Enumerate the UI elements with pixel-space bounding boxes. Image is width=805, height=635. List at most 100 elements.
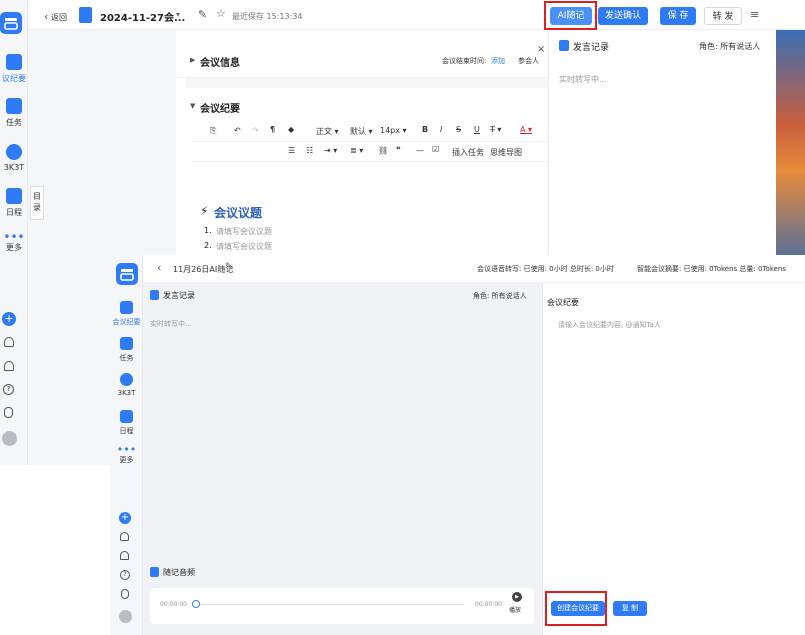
bell-icon[interactable] — [4, 361, 14, 371]
notes-icon — [120, 301, 133, 314]
back-chevron-icon[interactable]: ‹ — [157, 261, 161, 274]
topic-item-number: 2. — [204, 241, 212, 250]
rail-label: 日程 — [119, 427, 134, 435]
front-rail-3k3t[interactable]: 3K3T — [110, 373, 143, 397]
font-color-icon[interactable]: A ▾ — [520, 125, 532, 134]
minutes-input[interactable]: 请输入会议纪要内容, @通知Ta人 — [558, 320, 661, 330]
front-topbar: ‹ 11月26日AI随记 ✎ 会议语音转写: 已使用: 0小时 总时长: 0小时… — [143, 255, 805, 283]
quote-icon[interactable]: ❝ — [396, 145, 401, 154]
title-dropdown-icon[interactable]: ▾ — [176, 10, 180, 19]
minutes-section[interactable]: ▼ 会议纪要 — [176, 92, 550, 120]
format-icon[interactable]: ⎘ — [210, 126, 216, 136]
speaker-role-filter[interactable]: 角色: 所有说话人 — [699, 41, 760, 52]
bell-icon[interactable] — [120, 551, 129, 560]
headset-icon[interactable] — [120, 532, 129, 541]
front-rail-meeting-notes[interactable]: 会议纪要 — [110, 301, 143, 327]
help-icon[interactable]: ? — [3, 384, 14, 395]
numbered-list-icon[interactable]: ☷ — [306, 146, 313, 155]
front-rail-more[interactable]: ••• 更多 — [110, 443, 143, 465]
highlight-box — [544, 1, 597, 30]
divider-icon[interactable]: — — [416, 146, 424, 155]
collapse-icon: ▼ — [190, 102, 196, 110]
rail-label: 议纪要 — [2, 74, 26, 83]
copy-button[interactable]: 复 制 — [613, 601, 647, 616]
transcript-title: 发言记录 — [573, 43, 610, 53]
toc-tab[interactable]: 目录 — [30, 186, 44, 220]
undo-icon[interactable]: ↶ — [234, 126, 241, 135]
toc-tab-label: 目录 — [33, 192, 41, 212]
doc-title[interactable]: 2024-11-27会... — [100, 9, 185, 24]
bold-icon[interactable]: B — [422, 125, 428, 134]
help-icon[interactable]: ? — [120, 570, 130, 580]
voice-usage-text: 会议语音转写: 已使用: 0小时 总时长: 0小时 — [477, 265, 614, 273]
meeting-info-section[interactable]: ▶ 会议信息 会议结束时间: 添加 参会人 — [176, 44, 550, 78]
font-select[interactable]: 默认 ▾ — [350, 126, 373, 137]
audio-title: 随记音频 — [163, 568, 195, 577]
add-icon[interactable]: + — [2, 312, 16, 326]
last-saved-text: 最近保存 15:13:34 — [232, 12, 303, 21]
clear-format-icon[interactable]: T̶ ▾ — [490, 125, 501, 134]
minutes-title: 会议纪要 — [547, 298, 579, 307]
bug-icon[interactable] — [4, 407, 13, 418]
strikethrough-icon[interactable]: S — [456, 125, 461, 134]
back-rail-3k3t[interactable]: 3K3T — [0, 144, 28, 172]
edit-title-icon[interactable]: ✎ — [225, 262, 233, 272]
end-time-label: 会议结束时间: — [442, 57, 487, 65]
rail-label: 任务 — [119, 354, 134, 362]
headset-icon[interactable] — [4, 337, 14, 347]
eraser-icon[interactable]: ◆ — [288, 125, 294, 134]
indent-icon[interactable]: ⇥ ▾ — [324, 146, 337, 155]
checkbox-icon[interactable]: ☑ — [432, 145, 439, 154]
audio-progress-track[interactable] — [200, 604, 464, 605]
mindmap-button[interactable]: 思维导图 — [490, 147, 522, 158]
avatar[interactable] — [119, 610, 132, 623]
align-icon[interactable]: ≣ ▾ — [350, 146, 363, 155]
send-confirm-button[interactable]: 发送确认 — [598, 7, 648, 25]
edit-icon[interactable]: ✎ — [198, 8, 207, 21]
menu-icon[interactable]: ≡ — [750, 8, 759, 21]
redo-icon[interactable]: ↷ — [252, 126, 259, 135]
front-rail-tasks[interactable]: 任务 — [110, 337, 143, 363]
section-gap — [186, 78, 550, 88]
back-rail-meeting-notes[interactable]: 议纪要 — [0, 54, 28, 84]
play-label[interactable]: 播放 — [509, 605, 521, 614]
back-rail-tasks[interactable]: 任务 — [0, 98, 28, 128]
font-size-select[interactable]: 14px ▾ — [380, 126, 407, 135]
back-document: ▶ 会议信息 会议结束时间: 添加 参会人 ▼ 会议纪要 ⎘ ↶ ↷ ¶ ◆ 正… — [176, 30, 550, 265]
task-icon — [120, 337, 133, 350]
paint-format-icon[interactable]: ¶ — [270, 125, 275, 134]
paragraph-style-select[interactable]: 正文 ▾ — [316, 126, 339, 137]
audio-scrubber-handle[interactable] — [192, 600, 200, 608]
save-button[interactable]: 保 存 — [660, 7, 696, 25]
bullet-list-icon[interactable]: ☰ — [288, 146, 295, 155]
topic-item[interactable]: 请填写会议议题 — [216, 241, 272, 252]
more-icon: ••• — [116, 443, 137, 456]
back-button[interactable]: ‹ 返回 — [44, 10, 67, 23]
lightning-icon: ⚡ — [200, 204, 209, 218]
rail-label: 更多 — [6, 243, 22, 252]
topic-item[interactable]: 请填写会议议题 — [216, 226, 272, 237]
star-icon[interactable]: ☆ — [216, 7, 226, 20]
transcribing-status: 实时转写中... — [559, 75, 607, 84]
link-icon[interactable]: ⛓ — [378, 146, 388, 155]
front-rail-calendar[interactable]: 日程 — [110, 410, 143, 436]
bug-icon[interactable] — [121, 589, 129, 599]
close-icon[interactable]: × — [537, 44, 545, 55]
play-icon[interactable]: ▶ — [512, 592, 522, 602]
rail-label: 任务 — [6, 118, 22, 127]
forward-button[interactable]: 转 发 — [704, 7, 742, 25]
desktop-wallpaper — [776, 30, 805, 265]
back-rail-calendar[interactable]: 日程 — [0, 188, 28, 218]
speaker-role-filter[interactable]: 角色: 所有说话人 — [473, 291, 527, 301]
back-rail-more[interactable]: ••• 更多 — [0, 231, 28, 253]
insert-task-button[interactable]: 插入任务 — [452, 147, 484, 158]
underline-icon[interactable]: U — [474, 125, 480, 134]
add-end-time-link[interactable]: 添加 — [491, 56, 505, 66]
italic-icon[interactable]: I — [440, 125, 442, 134]
app-logo-icon — [0, 12, 22, 34]
add-icon[interactable]: + — [119, 512, 131, 524]
topic-heading[interactable]: 会议议题 — [214, 204, 262, 221]
avatar[interactable] — [2, 431, 17, 446]
participants-label: 参会人 — [518, 57, 539, 65]
notes-icon — [6, 54, 22, 70]
